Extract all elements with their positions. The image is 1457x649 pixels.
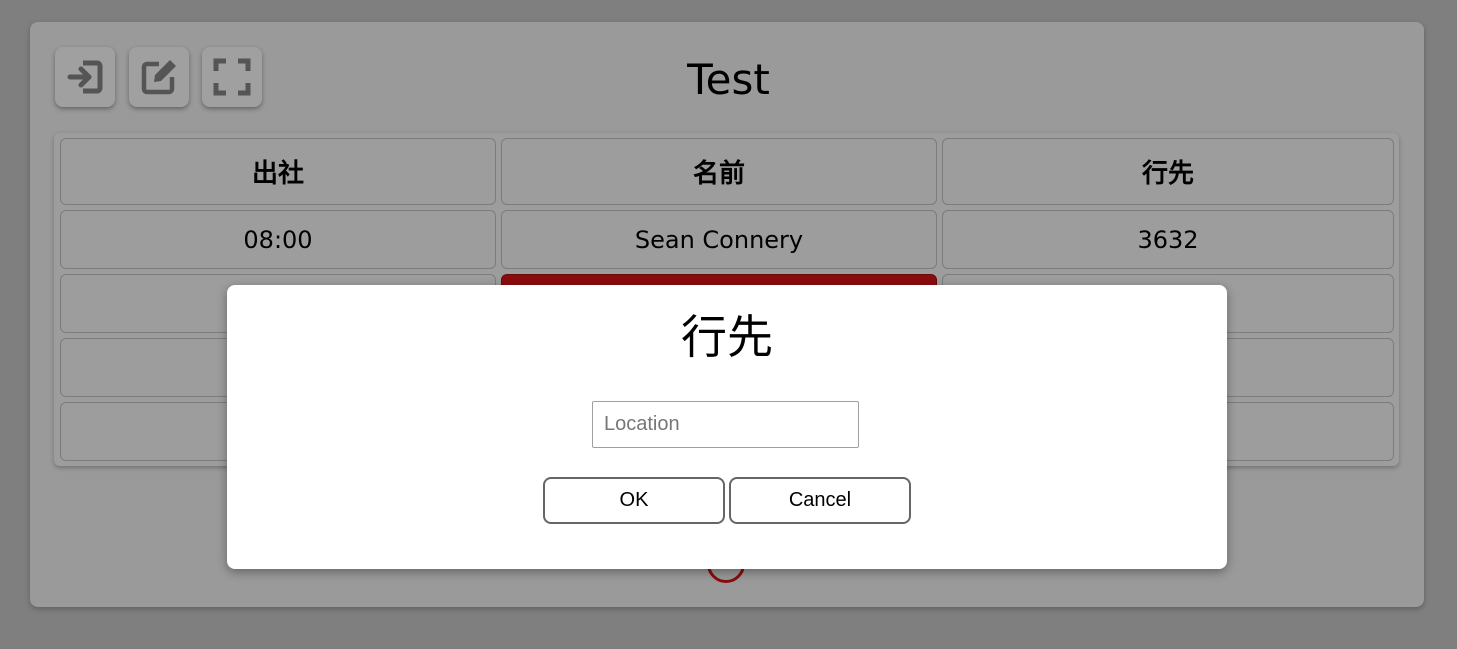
destination-dialog: 行先 OK Cancel	[227, 285, 1227, 569]
table-cell-name[interactable]: Sean Connery	[501, 210, 937, 269]
cancel-button[interactable]: Cancel	[729, 477, 911, 524]
column-header-arrival: 出社	[60, 138, 496, 205]
table-cell-destination[interactable]: 3632	[942, 210, 1394, 269]
column-header-name: 名前	[501, 138, 937, 205]
table-cell-arrival[interactable]: 08:00	[60, 210, 496, 269]
location-input[interactable]	[592, 401, 859, 448]
dialog-title: 行先	[681, 310, 773, 364]
column-header-destination: 行先	[942, 138, 1394, 205]
page-title: Test	[687, 55, 770, 104]
ok-button[interactable]: OK	[543, 477, 725, 524]
